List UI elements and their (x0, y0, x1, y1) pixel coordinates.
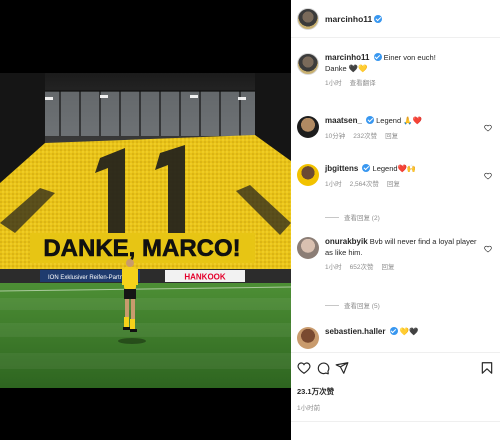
heart-icon[interactable] (484, 245, 492, 253)
avatar[interactable] (297, 116, 319, 138)
comment-username[interactable]: jbgittens (325, 164, 358, 173)
post-header: marcinho11 (291, 0, 500, 38)
post-media-pane: DANKE, MARCO! ION Exklusiver Reifen-Part… (0, 0, 291, 440)
post-author-username[interactable]: marcinho11 (325, 14, 372, 24)
comment-text: Legend 🙏❤️ (376, 116, 422, 125)
avatar[interactable] (297, 53, 319, 75)
comment-username[interactable]: maatsen_ (325, 116, 362, 125)
verified-badge-icon (374, 14, 383, 23)
comment-item: maatsen_ Legend 🙏❤️ 10分钟 232次赞 回复 (297, 116, 494, 142)
share-icon[interactable] (335, 361, 349, 375)
caption-time: 1小时 (325, 79, 342, 87)
divider (291, 421, 500, 422)
comments-list[interactable]: marcinho11 Einer von euch! Danke 🖤💛 1小时 … (291, 39, 500, 349)
avatar[interactable] (297, 327, 319, 349)
board-right-text: HANKOOK (184, 273, 226, 282)
see-translation-link[interactable]: 查看翻译 (350, 80, 376, 89)
heart-icon[interactable] (484, 172, 492, 180)
replies-divider (325, 216, 339, 218)
reply-link[interactable]: 回复 (385, 133, 398, 142)
action-bar (291, 352, 500, 382)
verified-badge-icon (389, 327, 398, 335)
replies-divider (325, 304, 339, 306)
verified-badge-icon (373, 53, 382, 61)
view-replies-label[interactable]: 查看回复 (5) (344, 300, 380, 310)
heart-icon[interactable] (484, 124, 492, 132)
view-replies-button[interactable]: 查看回复 (2) (325, 212, 380, 222)
avatar[interactable] (297, 237, 319, 259)
post-detail-panel: marcinho11 marcinho11 Einer von euch! Da… (291, 0, 500, 440)
comment-item: onurakbyik Bvb will never find a loyal p… (297, 237, 494, 273)
post-timestamp: 1小时前 (297, 405, 321, 412)
comment-time: 1小时 (325, 180, 342, 188)
comment-likes[interactable]: 2,564次赞 (350, 181, 379, 190)
view-replies-label[interactable]: 查看回复 (2) (344, 212, 380, 222)
post-photo[interactable]: DANKE, MARCO! ION Exklusiver Reifen-Part… (0, 73, 291, 388)
comment-time: 1小时 (325, 263, 342, 271)
caption-line2: Danke 🖤💛 (325, 63, 368, 73)
board-left-text: ION Exklusiver Reifen-Partner (48, 275, 128, 281)
comment-username[interactable]: sebastien.haller (325, 327, 385, 336)
comment-username[interactable]: onurakbyik (325, 237, 368, 246)
comment-item: jbgittens Legend❤️🙌 1小时 2,564次赞 回复 (297, 164, 494, 190)
view-replies-button[interactable]: 查看回复 (5) (325, 300, 380, 310)
reply-link[interactable]: 回复 (381, 264, 394, 273)
reply-link[interactable]: 回复 (387, 181, 400, 190)
avatar[interactable] (297, 7, 319, 30)
avatar[interactable] (297, 164, 319, 186)
verified-badge-icon (366, 116, 375, 124)
comment-likes[interactable]: 652次赞 (350, 264, 374, 273)
comment-likes[interactable]: 232次赞 (353, 133, 377, 142)
verified-badge-icon (362, 164, 371, 172)
comment-time: 10分钟 (325, 132, 346, 140)
caption-line1: Einer von euch! (383, 53, 436, 62)
comment-text: 💛🖤 (399, 327, 419, 336)
comment-item: sebastien.haller 💛🖤 (297, 327, 494, 349)
comment-icon[interactable] (316, 361, 330, 375)
heart-icon[interactable] (297, 361, 311, 375)
likes-count[interactable]: 23.1万次赞 (297, 386, 334, 397)
stadium-photo: DANKE, MARCO! ION Exklusiver Reifen-Part… (0, 73, 291, 388)
bookmark-icon[interactable] (480, 361, 494, 375)
caption: marcinho11 Einer von euch! Danke 🖤💛 1小时 … (297, 53, 494, 89)
caption-username[interactable]: marcinho11 (325, 53, 369, 62)
comment-text: Legend❤️🙌 (372, 164, 417, 173)
banner-text: DANKE, MARCO! (43, 235, 240, 262)
